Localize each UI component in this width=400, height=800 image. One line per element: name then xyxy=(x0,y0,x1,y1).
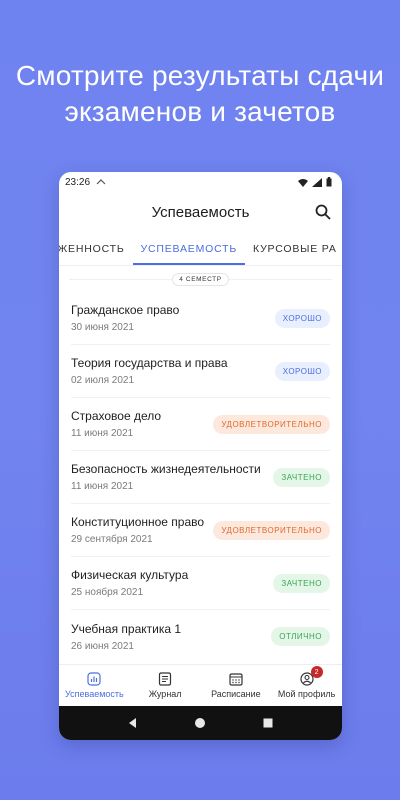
semester-divider: 4 СЕМЕСТР xyxy=(59,266,342,292)
app-bar: Успеваемость xyxy=(59,192,342,232)
headline-line-2: экзаменов и зачетов xyxy=(64,96,336,127)
nav-label: Расписание xyxy=(211,689,261,699)
subject-name: Гражданское право xyxy=(71,303,180,317)
list-item[interactable]: Страховое дело 11 июня 2021 УДОВЛЕТВОРИТ… xyxy=(71,398,330,451)
subject-date: 11 июня 2021 xyxy=(71,481,134,492)
nav-label: Журнал xyxy=(148,689,182,699)
tab-performance[interactable]: УСПЕВАЕМОСТЬ xyxy=(132,243,246,265)
battery-icon xyxy=(326,177,332,187)
nav-performance[interactable]: Успеваемость xyxy=(59,665,130,706)
nav-label: Успеваемость xyxy=(65,689,124,699)
tab-attendance[interactable]: ОЛЖЕННОСТЬ xyxy=(59,243,133,265)
page-title: Успеваемость xyxy=(151,203,250,221)
subject-date: 30 июня 2021 xyxy=(71,322,134,333)
semester-badge: 4 СЕМЕСТР xyxy=(172,272,229,286)
subject-date: 29 сентября 2021 xyxy=(71,534,153,545)
promo-headline: Смотрите результаты сдачи экзаменов и за… xyxy=(0,58,400,130)
status-time: 23:26 xyxy=(65,176,91,188)
subject-name: Физическая культура xyxy=(71,568,189,582)
subject-name: Теория государства и права xyxy=(71,356,228,370)
calendar-icon xyxy=(229,673,243,686)
search-icon[interactable] xyxy=(314,203,332,221)
subject-name: Безопасность жизнедеятельности xyxy=(71,462,261,476)
list-item[interactable]: Теория государства и права 02 июля 2021 … xyxy=(71,345,330,398)
grade-badge: ОТЛИЧНО xyxy=(271,627,330,646)
notification-icon xyxy=(96,179,106,185)
notification-badge: 2 xyxy=(310,666,323,678)
list-item[interactable]: Конституционное право 29 сентября 2021 У… xyxy=(71,504,330,557)
recents-icon[interactable] xyxy=(262,717,274,729)
subject-name: Страховое дело xyxy=(71,409,162,423)
system-navigation-bar xyxy=(59,706,342,740)
subject-list: Гражданское право 30 июня 2021 ХОРОШО Те… xyxy=(59,292,342,663)
headline-line-1: Смотрите результаты сдачи xyxy=(15,60,385,91)
nav-schedule[interactable]: Расписание xyxy=(201,665,272,706)
grade-badge: ЗАЧТЕНО xyxy=(273,573,330,593)
chart-icon xyxy=(87,672,101,686)
subject-date: 11 июня 2021 xyxy=(71,428,134,439)
list-item[interactable]: Учебная практика 1 26 июня 2021 ОТЛИЧНО xyxy=(71,610,330,663)
bottom-navigation: Успеваемость Журнал Расписание 2 Мой про… xyxy=(59,664,342,706)
subject-date: 26 июня 2021 xyxy=(71,640,134,652)
subject-date: 02 июля 2021 xyxy=(71,375,135,386)
wifi-icon xyxy=(298,178,308,187)
home-icon[interactable] xyxy=(194,717,206,729)
grade-badge: ХОРОШО xyxy=(274,308,330,328)
phone-screen: 23:26 Успеваемость ОЛЖЕННОСТЬ УСПЕВАЕМОС… xyxy=(59,172,342,740)
nav-label: Мой профиль xyxy=(277,689,336,699)
list-item[interactable]: Физическая культура 25 ноября 2021 ЗАЧТЕ… xyxy=(71,557,330,610)
subject-name: Конституционное право xyxy=(71,515,205,529)
grade-badge: УДОВЛЕТВОРИТЕЛЬНО xyxy=(213,414,330,434)
tab-bar: ОЛЖЕННОСТЬ УСПЕВАЕМОСТЬ КУРСОВЫЕ РА xyxy=(59,232,342,266)
nav-profile[interactable]: 2 Мой профиль xyxy=(271,665,342,706)
tab-coursework[interactable]: КУРСОВЫЕ РА xyxy=(245,243,342,265)
nav-journal[interactable]: Журнал xyxy=(130,665,201,706)
signal-icon xyxy=(312,177,322,187)
subject-date: 25 ноября 2021 xyxy=(71,587,144,598)
list-item[interactable]: Безопасность жизнедеятельности 11 июня 2… xyxy=(71,451,330,504)
list-item[interactable]: Гражданское право 30 июня 2021 ХОРОШО xyxy=(71,292,330,345)
status-bar: 23:26 xyxy=(59,172,342,192)
subject-name: Учебная практика 1 xyxy=(71,621,182,636)
grade-badge: ХОРОШО xyxy=(274,361,330,381)
grade-badge: ЗАЧТЕНО xyxy=(273,467,330,487)
back-icon[interactable] xyxy=(127,717,139,729)
journal-icon xyxy=(159,672,172,686)
grade-badge: УДОВЛЕТВОРИТЕЛЬНО xyxy=(213,520,330,540)
